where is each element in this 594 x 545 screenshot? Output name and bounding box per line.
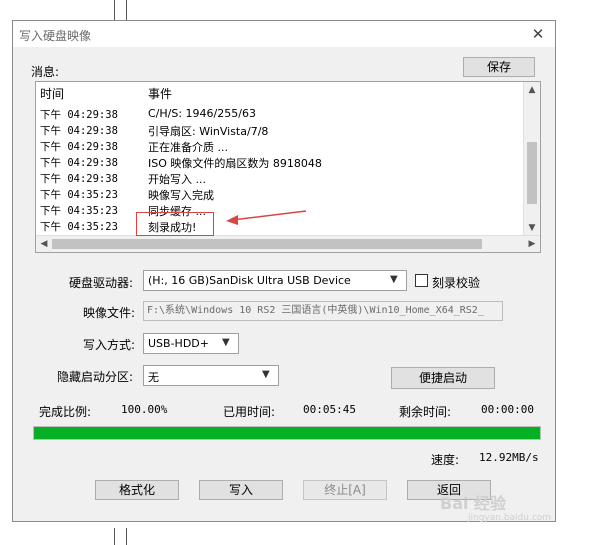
watermark-logo: Bai 经验 [440, 494, 507, 513]
annotation-arrow-icon [226, 210, 307, 225]
watermark-sub: jingyan.baidu.com [468, 513, 552, 523]
